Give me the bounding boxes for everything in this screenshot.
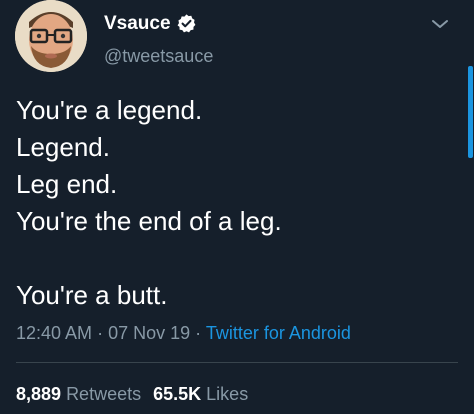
divider xyxy=(16,362,458,363)
retweets-count: 8,889 xyxy=(16,384,62,404)
tweet-date[interactable]: 07 Nov 19 xyxy=(108,323,190,343)
tweet-card: Vsauce @tweetsauce You're a legend. Lege… xyxy=(0,0,474,414)
tweet-text: You're a legend. Legend. Leg end. You're… xyxy=(16,92,456,314)
tweet-time[interactable]: 12:40 AM xyxy=(16,323,92,343)
tweet-text-line: You're the end of a leg. xyxy=(16,206,282,236)
tweet-metadata: 12:40 AM · 07 Nov 19 · Twitter for Andro… xyxy=(16,322,351,344)
avatar[interactable] xyxy=(15,0,87,72)
tweet-text-line: You're a butt. xyxy=(16,280,168,310)
scrollbar-thumb[interactable] xyxy=(468,66,473,158)
user-handle[interactable]: @tweetsauce xyxy=(104,45,213,67)
tweet-text-line: Legend. xyxy=(16,132,110,162)
likes-stat[interactable]: 65.5K Likes xyxy=(153,384,248,404)
verified-badge-icon xyxy=(176,13,197,34)
tweet-stats: 8,889 Retweets 65.5K Likes xyxy=(16,383,248,405)
meta-separator: · xyxy=(97,323,104,343)
tweet-text-line: Leg end. xyxy=(16,169,118,199)
avatar-image xyxy=(15,0,87,72)
meta-separator: · xyxy=(195,323,202,343)
chevron-down-icon[interactable] xyxy=(430,17,450,31)
tweet-source-link[interactable]: Twitter for Android xyxy=(206,323,351,343)
retweets-label: Retweets xyxy=(66,384,142,404)
retweets-stat[interactable]: 8,889 Retweets xyxy=(16,384,141,404)
likes-label: Likes xyxy=(206,384,249,404)
display-name[interactable]: Vsauce xyxy=(104,13,171,35)
tweet-text-line: You're a legend. xyxy=(16,95,203,125)
likes-count: 65.5K xyxy=(153,384,202,404)
